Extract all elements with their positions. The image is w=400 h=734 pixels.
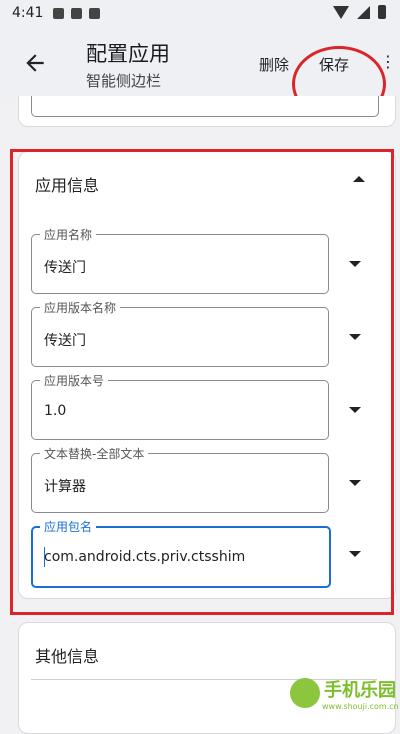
field-value: 计算器: [44, 479, 86, 495]
app-name-dropdown-icon[interactable]: [349, 261, 361, 267]
field-label: 应用名称: [40, 226, 97, 243]
text-replace-dropdown-icon[interactable]: [349, 480, 361, 486]
app-bar: 配置应用 智能侧边栏 删除 保存 ⋮: [0, 26, 400, 122]
previous-section-card: [18, 96, 396, 127]
watermark-url: www.shouji.com.cn: [322, 702, 399, 711]
field-label: 应用包名: [40, 518, 97, 535]
page-subtitle: 智能侧边栏: [86, 72, 162, 90]
text-replace-field[interactable]: 文本替换-全部文本 计算器: [31, 445, 329, 513]
collapse-up-icon[interactable]: [353, 176, 365, 182]
app-notification-icon: [89, 7, 101, 19]
text-cursor: [44, 547, 45, 567]
notification-icons: [53, 7, 101, 19]
more-options-icon[interactable]: ⋮: [380, 52, 396, 71]
battery-icon: [378, 5, 386, 19]
package-name-dropdown-icon[interactable]: [349, 551, 361, 557]
package-name-field[interactable]: 应用包名 com.android.cts.priv.ctsshim: [31, 518, 331, 588]
save-button[interactable]: 保存: [319, 54, 349, 75]
signal-icon: [357, 5, 370, 19]
status-bar: 4:41: [0, 0, 400, 26]
app-info-title: 应用信息: [35, 176, 100, 195]
app-version-code-field[interactable]: 应用版本号 1.0: [31, 372, 329, 440]
app-name-field[interactable]: 应用名称 传送门: [31, 226, 329, 294]
system-icons: [333, 5, 386, 19]
field-value: 传送门: [44, 333, 86, 349]
image-notification-icon: [53, 7, 65, 19]
page-title: 配置应用: [86, 42, 170, 66]
field-value: com.android.cts.priv.ctsshim: [44, 549, 246, 565]
previous-field: [31, 96, 379, 117]
app-version-code-dropdown-icon[interactable]: [349, 407, 361, 413]
field-label: 应用版本名称: [40, 299, 121, 316]
other-info-title: 其他信息: [35, 647, 100, 666]
app-version-name-field[interactable]: 应用版本名称 传送门: [31, 299, 329, 367]
wifi-icon: [333, 5, 349, 19]
app-version-name-dropdown-icon[interactable]: [349, 334, 361, 340]
status-time: 4:41: [12, 5, 44, 21]
field-label: 应用版本号: [40, 372, 109, 389]
delete-button[interactable]: 删除: [259, 54, 289, 75]
watermark-text: 手机乐园: [324, 680, 396, 701]
download-notification-icon: [71, 7, 83, 19]
field-value: 1.0: [44, 403, 67, 419]
field-value: 传送门: [44, 260, 86, 276]
watermark-logo-icon: [290, 678, 320, 708]
back-arrow-icon[interactable]: [22, 50, 48, 76]
app-info-card: 应用信息 应用名称 传送门 应用版本名称 传送门 应用版本号 1.0 文本替换-…: [18, 151, 396, 599]
watermark: 手机乐园 www.shouji.com.cn: [286, 672, 400, 717]
field-label: 文本替换-全部文本: [40, 445, 149, 462]
